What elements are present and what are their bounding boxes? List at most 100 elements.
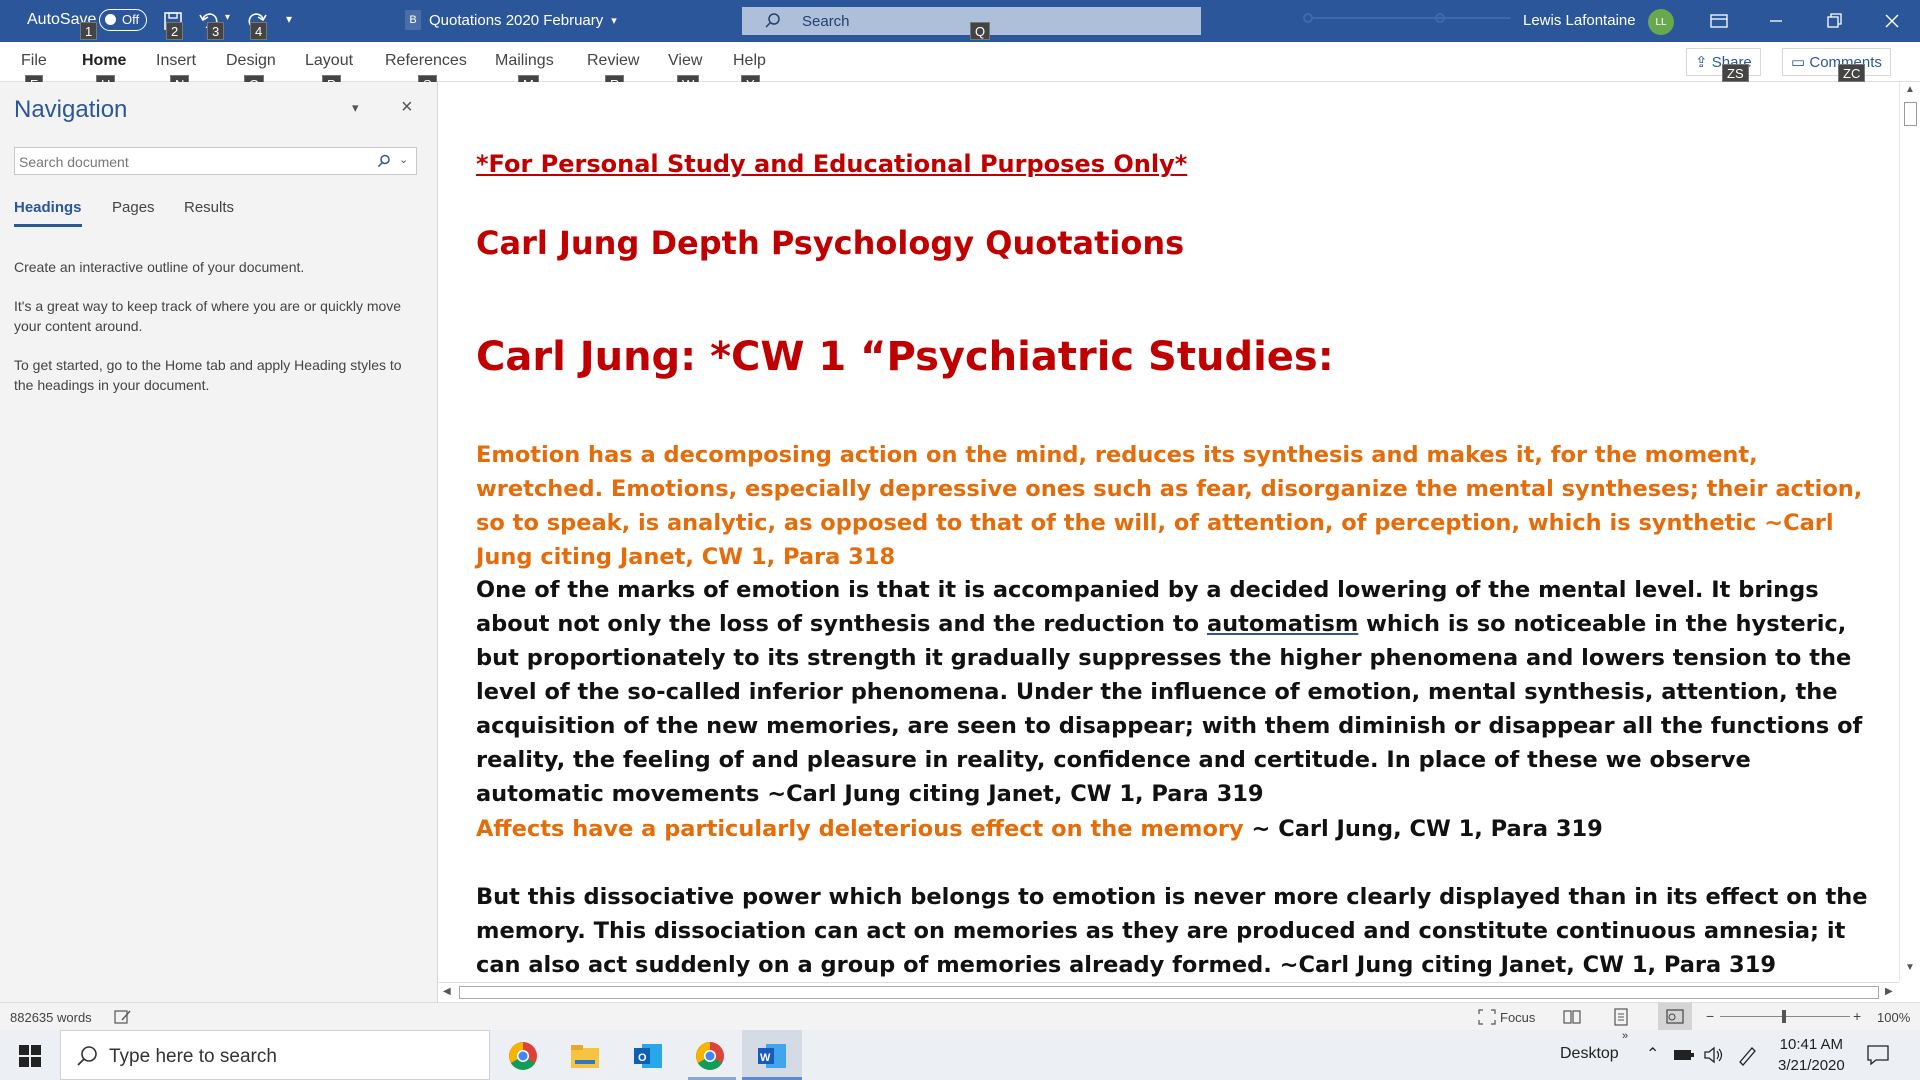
scroll-up-icon[interactable]: ▲ — [1905, 84, 1915, 95]
toolbar-expand-icon[interactable]: » — [1622, 1030, 1628, 1042]
active-tab-underline — [14, 224, 82, 227]
chrome-icon[interactable] — [505, 1038, 541, 1074]
clock-date: 3/21/2020 — [1778, 1057, 1845, 1074]
tab-help[interactable]: Help — [733, 52, 766, 70]
scroll-left-icon[interactable]: ◀ — [443, 986, 451, 997]
automatism-link[interactable]: automatism — [1207, 611, 1358, 637]
para3-citation: ~ Carl Jung, CW 1, Para 319 — [1243, 816, 1603, 842]
tab-references[interactable]: References — [385, 52, 467, 70]
tab-review[interactable]: Review — [587, 52, 639, 70]
search-icon — [77, 1046, 97, 1066]
circuit-decoration-icon — [1303, 13, 1510, 23]
avatar[interactable]: LL — [1648, 9, 1674, 35]
file-explorer-icon[interactable] — [567, 1038, 603, 1074]
horizontal-scrollbar[interactable]: ◀ ▶ — [439, 982, 1899, 1002]
close-icon[interactable] — [1878, 8, 1906, 34]
outlook-icon[interactable]: O — [630, 1038, 666, 1074]
customize-qat-icon[interactable]: ▾ — [286, 12, 292, 26]
tab-results[interactable]: Results — [184, 199, 234, 216]
quote-paragraph-4: But this dissociative power which belong… — [476, 884, 1868, 978]
doc-title-text: Quotations 2020 February — [429, 11, 604, 29]
tab-headings[interactable]: Headings — [14, 199, 82, 216]
proofing-icon[interactable] — [114, 1009, 132, 1025]
focus-label[interactable]: Focus — [1500, 1010, 1535, 1025]
tab-design[interactable]: Design — [226, 52, 276, 70]
user-name[interactable]: Lewis Lafontaine — [1523, 12, 1636, 29]
svg-text:W: W — [760, 1052, 771, 1064]
search-document-placeholder: Search document — [19, 154, 129, 170]
notification-icon[interactable] — [1866, 1044, 1890, 1066]
scroll-down-icon[interactable]: ▼ — [1905, 962, 1915, 973]
restore-icon[interactable] — [1820, 8, 1848, 34]
close-pane-icon[interactable]: × — [401, 96, 413, 119]
keytip-share: ZS — [1722, 64, 1749, 82]
windows-start-icon[interactable] — [19, 1045, 41, 1067]
zoom-slider-thumb[interactable] — [1782, 1010, 1786, 1023]
search-icon[interactable] — [377, 154, 391, 168]
document-title[interactable]: B Quotations 2020 February ▾ — [405, 8, 617, 32]
para2-text-b: which is so noticeable in the hysteric, … — [476, 611, 1863, 807]
vertical-scrollbar[interactable]: ▲ ▼ — [1899, 82, 1920, 982]
web-layout-icon — [1666, 1009, 1684, 1024]
taskbar-clock[interactable]: 10:41 AM 3/21/2020 — [1778, 1034, 1845, 1076]
windows-taskbar: Type here to search O W Desktop » ⌃ 10:4… — [0, 1030, 1920, 1080]
horizontal-scroll-thumb[interactable] — [459, 986, 1879, 999]
disclaimer-text: *For Personal Study and Educational Purp… — [476, 150, 1188, 178]
scroll-right-icon[interactable]: ▶ — [1885, 986, 1893, 997]
clock-time: 10:41 AM — [1779, 1036, 1844, 1053]
navigation-pane: Navigation ▾ × Search document ⌄ Heading… — [0, 82, 438, 1002]
autosave-state: Off — [122, 12, 140, 27]
word-taskbar-button[interactable]: W — [742, 1030, 802, 1080]
undo-dropdown-icon[interactable]: ▾ — [225, 12, 230, 23]
volume-icon[interactable] — [1703, 1045, 1725, 1065]
pen-icon[interactable] — [1736, 1044, 1758, 1066]
ribbon-display-icon[interactable] — [1705, 8, 1733, 34]
minimize-icon[interactable] — [1762, 8, 1790, 34]
search-placeholder: Search — [802, 13, 850, 30]
tab-file[interactable]: File — [21, 52, 47, 70]
navigation-title: Navigation — [14, 96, 128, 123]
taskbar-search-placeholder: Type here to search — [109, 1046, 277, 1067]
keytip-comments: ZC — [1838, 64, 1866, 82]
word-count[interactable]: 882635 words — [10, 1010, 92, 1025]
zoom-in-button[interactable]: + — [1853, 1008, 1861, 1024]
document-heading-1: Carl Jung Depth Psychology Quotations — [476, 224, 1185, 262]
tab-layout[interactable]: Layout — [305, 52, 353, 70]
battery-icon[interactable] — [1673, 1047, 1695, 1063]
keytip-1: 1 — [80, 22, 98, 40]
focus-icon[interactable] — [1478, 1009, 1496, 1025]
document-heading-2: Carl Jung: *CW 1 “Psychiatric Studies: — [476, 334, 1334, 380]
pane-options-icon[interactable]: ▾ — [352, 100, 359, 116]
share-icon: ⇪ — [1695, 54, 1708, 71]
print-layout-icon[interactable] — [1613, 1008, 1629, 1026]
zoom-level[interactable]: 100% — [1877, 1010, 1910, 1025]
autosave-toggle[interactable]: Off — [99, 9, 147, 31]
tab-pages[interactable]: Pages — [112, 199, 155, 216]
quote-paragraph-3: Affects have a particularly deleterious … — [476, 812, 1876, 846]
nav-help-line-2: It's a great way to keep track of where … — [14, 298, 402, 334]
chrome-icon-2[interactable] — [692, 1038, 728, 1074]
nav-help-line-1: Create an interactive outline of your do… — [14, 259, 305, 275]
web-layout-button[interactable] — [1658, 1003, 1692, 1030]
tab-mailings[interactable]: Mailings — [495, 52, 554, 70]
desktop-toolbar-label[interactable]: Desktop — [1560, 1045, 1619, 1063]
tab-home[interactable]: Home — [82, 52, 126, 70]
para3-orange-text: Affects have a particularly deleterious … — [476, 816, 1244, 842]
tab-insert[interactable]: Insert — [156, 52, 196, 70]
read-mode-icon[interactable] — [1563, 1009, 1581, 1025]
search-document-input[interactable]: Search document ⌄ — [14, 147, 417, 175]
keytip-q: Q — [970, 22, 991, 40]
tab-view[interactable]: View — [668, 52, 702, 70]
search-icon — [765, 13, 780, 28]
search-options-icon[interactable]: ⌄ — [399, 153, 408, 166]
chevron-up-icon[interactable]: ⌃ — [1646, 1044, 1659, 1064]
comments-button[interactable]: ▭ Comments — [1782, 48, 1891, 76]
keytip-2: 2 — [166, 22, 184, 40]
word-icon: W — [758, 1044, 786, 1068]
vertical-scroll-thumb[interactable] — [1904, 102, 1917, 126]
quote-paragraph-1: Emotion has a decomposing action on the … — [476, 442, 1863, 570]
zoom-out-button[interactable]: − — [1706, 1008, 1714, 1024]
taskbar-search-box[interactable]: Type here to search — [60, 1030, 490, 1080]
comment-icon: ▭ — [1791, 54, 1806, 71]
keytip-4: 4 — [250, 22, 268, 40]
